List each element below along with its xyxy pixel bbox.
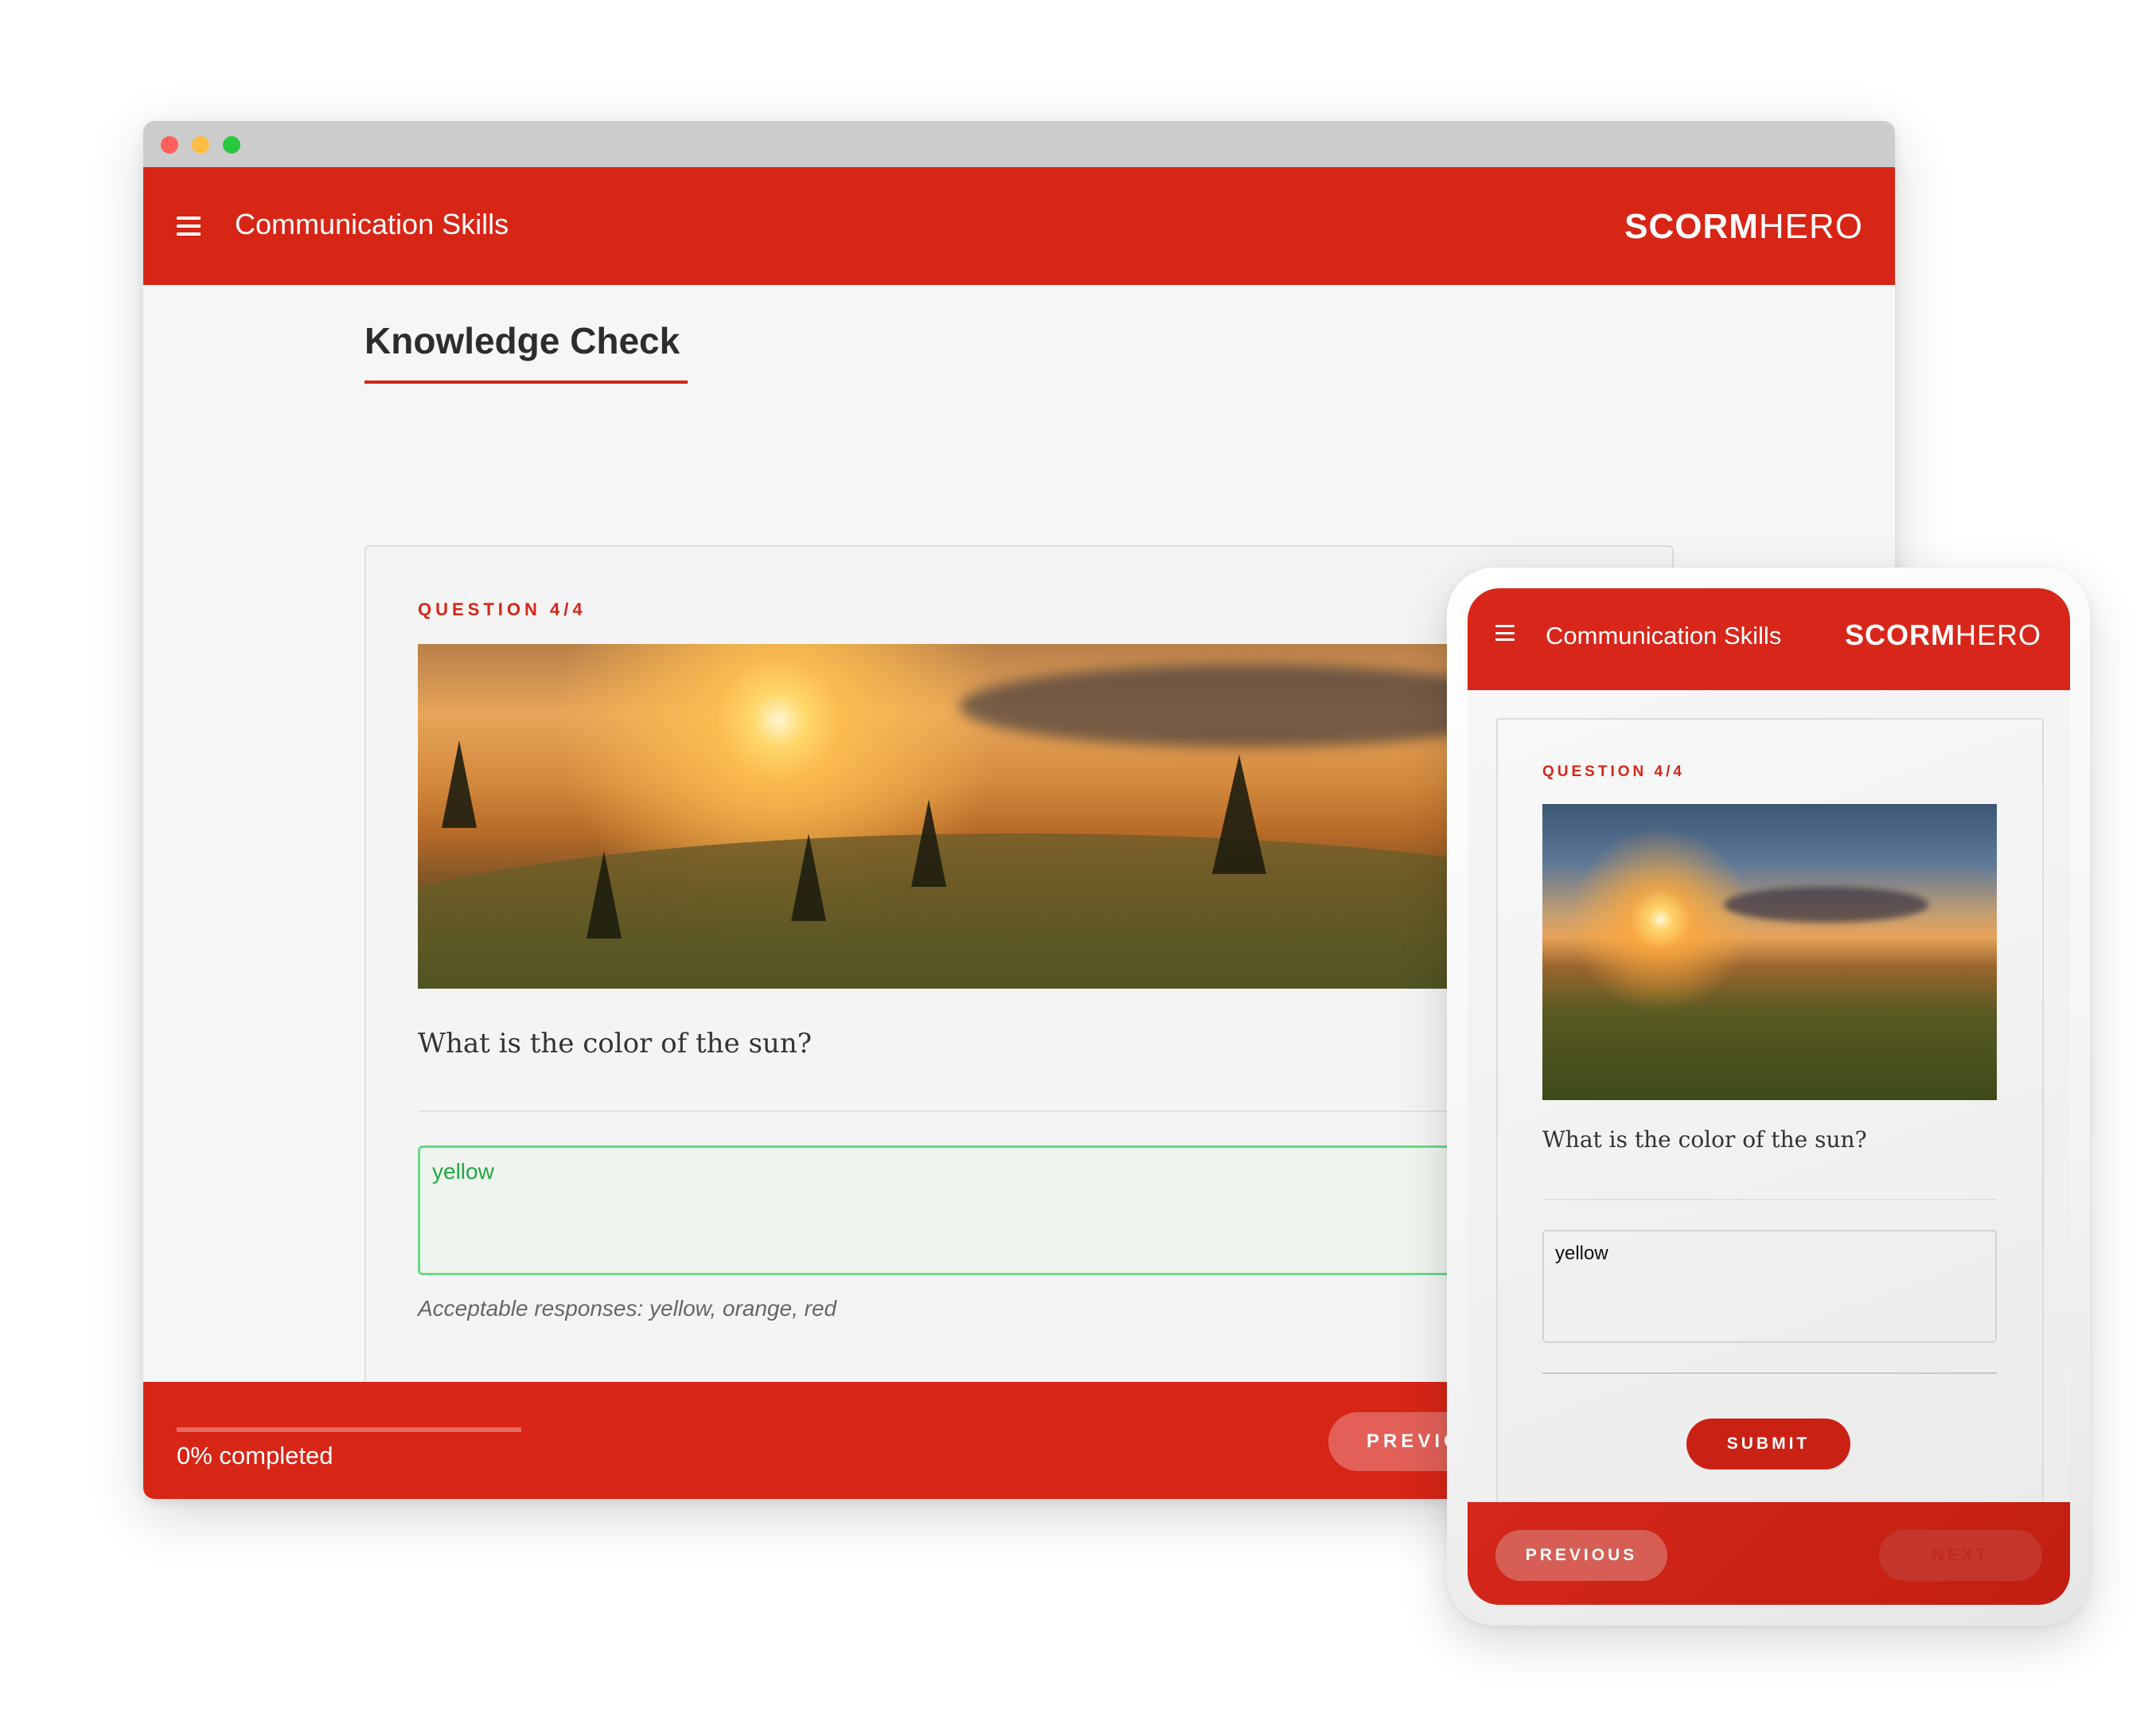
submit-button[interactable]: SUBMIT	[1686, 1419, 1850, 1469]
question-counter: QUESTION 4/4	[418, 599, 587, 619]
course-title: Communication Skills	[235, 208, 509, 240]
mobile-question-card: QUESTION 4/4 What is the color of the su…	[1496, 718, 2044, 1514]
logo-light-text: HERO	[1758, 207, 1863, 246]
mobile-course-title: Communication Skills	[1546, 622, 1782, 650]
logo-bold-text: SCORM	[1844, 619, 1955, 651]
minimize-window-button[interactable]	[192, 136, 209, 154]
image-tree	[586, 850, 622, 939]
section-title-underline	[365, 381, 688, 384]
image-cloud	[1724, 887, 1929, 923]
mobile-course-footer: PREVIOUS NEXT	[1468, 1502, 2070, 1605]
scormhero-logo: SCORMHERO	[1624, 205, 1863, 248]
question-counter: QUESTION 4/4	[1542, 763, 1685, 780]
answer-divider	[1542, 1372, 1997, 1374]
question-divider	[418, 1110, 1621, 1112]
question-text: What is the color of the sun?	[1542, 1126, 1867, 1153]
image-tree	[1211, 754, 1266, 874]
maximize-window-button[interactable]	[223, 136, 240, 154]
scormhero-logo: SCORMHERO	[1845, 617, 2041, 654]
image-tree	[910, 798, 946, 887]
question-divider	[1542, 1199, 1997, 1200]
logo-bold-text: SCORM	[1624, 207, 1759, 246]
mobile-screen: Communication Skills SCORMHERO QUESTION …	[1468, 588, 2070, 1605]
next-button-disabled: NEXT	[1879, 1530, 2042, 1581]
hamburger-menu-icon[interactable]	[1495, 625, 1515, 641]
hamburger-menu-icon[interactable]	[177, 217, 201, 236]
question-image	[1542, 804, 1997, 1100]
image-tree	[442, 740, 478, 829]
image-tree	[790, 833, 826, 922]
window-titlebar	[143, 121, 1895, 167]
close-window-button[interactable]	[161, 136, 178, 154]
progress-label: 0% completed	[177, 1442, 333, 1469]
question-image	[418, 644, 1621, 989]
previous-button[interactable]: PREVIOUS	[1495, 1530, 1667, 1581]
answer-input[interactable]: yellow	[418, 1145, 1621, 1275]
acceptable-responses-feedback: Acceptable responses: yellow, orange, re…	[418, 1296, 837, 1321]
course-header: Communication Skills SCORMHERO	[143, 167, 1895, 285]
section-title: Knowledge Check	[365, 320, 680, 361]
mobile-device: Communication Skills SCORMHERO QUESTION …	[1447, 568, 2090, 1625]
mobile-course-header: Communication Skills SCORMHERO	[1468, 588, 2070, 690]
answer-input[interactable]: yellow	[1542, 1230, 1997, 1343]
logo-light-text: HERO	[1955, 619, 2041, 651]
progress-bar	[177, 1427, 521, 1432]
question-text: What is the color of the sun?	[418, 1028, 812, 1060]
